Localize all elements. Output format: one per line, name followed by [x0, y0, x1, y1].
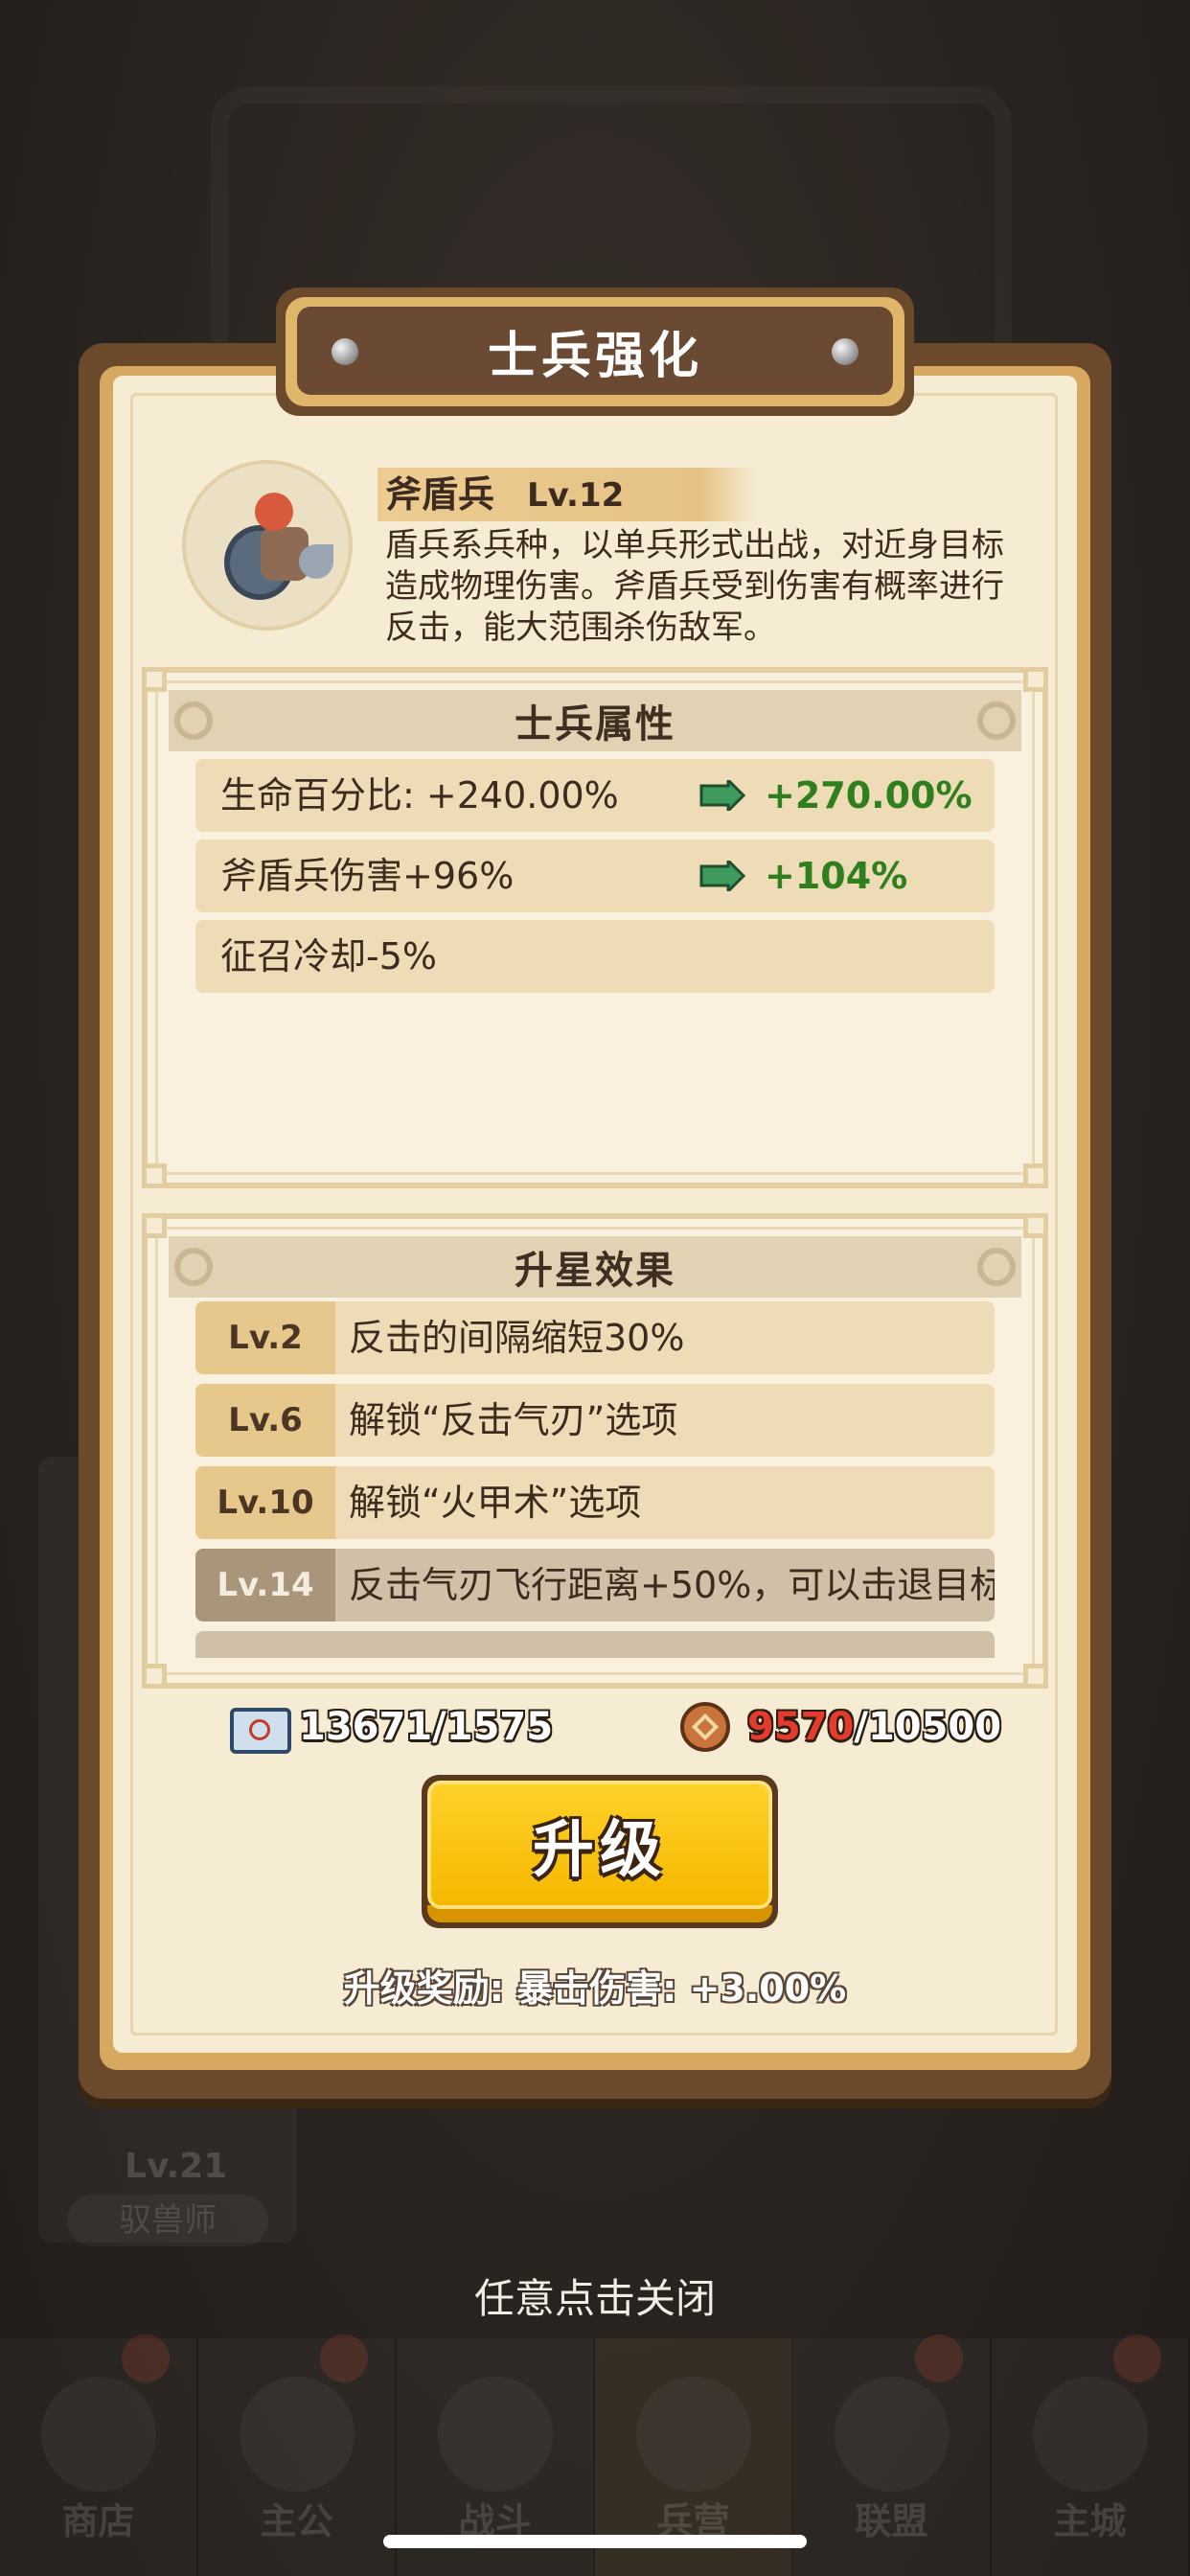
coin-icon [680, 1702, 730, 1752]
attribute-row: 生命百分比: +240.00% +270.00% [195, 759, 995, 832]
dialog-title: 士兵强化 [487, 327, 702, 385]
star-effect-text: 反击气刃飞行距离+50%，可以击退目标 [349, 1564, 995, 1606]
swirl-icon [174, 1248, 213, 1286]
upgrade-button-label: 升级 [533, 1815, 667, 1886]
unit-level: Lv.12 [527, 476, 625, 515]
attribute-current: 生命百分比: +240.00% [220, 774, 619, 816]
arrow-right-icon [699, 780, 745, 811]
star-effect-text: 解锁“火甲术”选项 [349, 1482, 642, 1524]
swirl-icon [977, 1248, 1016, 1286]
rivet-icon [832, 338, 858, 365]
scroll-cost: 13671/1575 [299, 1705, 554, 1749]
star-effect-row: Lv.6 解锁“反击气刃”选项 [195, 1384, 995, 1457]
attribute-current: 征召冷却-5% [220, 935, 437, 978]
upgrade-reward: 升级奖励: 暴击伤害: +3.00% [343, 1967, 847, 2010]
attributes-header: 士兵属性 [169, 690, 1021, 751]
coin-cost: 9570/10500 [747, 1700, 1001, 1754]
home-indicator[interactable] [383, 2535, 807, 2548]
unit-name: 斧盾兵 [385, 473, 495, 516]
attribute-next: +270.00% [765, 774, 973, 816]
star-effect-row-partial [195, 1631, 995, 1658]
attribute-row: 征召冷却-5% [195, 920, 995, 993]
attribute-next: +104% [765, 855, 908, 897]
star-effects-header: 升星效果 [169, 1236, 1021, 1298]
title-banner: 士兵强化 [276, 288, 914, 416]
attribute-current: 斧盾兵伤害+96% [220, 855, 515, 897]
star-effect-level: Lv.14 [195, 1549, 335, 1622]
star-effect-row: Lv.10 解锁“火甲术”选项 [195, 1466, 995, 1539]
star-effect-text: 解锁“反击气刃”选项 [349, 1399, 678, 1441]
dismiss-hint[interactable]: 任意点击关闭 [0, 2266, 1190, 2325]
star-effect-level: Lv.10 [195, 1466, 335, 1539]
coin-need: /10500 [854, 1705, 1002, 1749]
axe-icon [299, 544, 333, 579]
star-effects-title: 升星效果 [515, 1249, 675, 1293]
unit-avatar [182, 460, 353, 631]
arrow-right-icon [699, 861, 745, 891]
star-effect-level: Lv.6 [195, 1384, 335, 1457]
upgrade-button[interactable]: 升级 [422, 1775, 778, 1928]
scroll-icon [230, 1708, 291, 1754]
star-effect-level: Lv.2 [195, 1301, 335, 1374]
swirl-icon [977, 702, 1016, 740]
star-effect-row-locked: Lv.14 反击气刃飞行距离+50%，可以击退目标 [195, 1549, 995, 1622]
coin-have: 9570 [747, 1705, 855, 1749]
star-effect-text: 反击的间隔缩短30% [349, 1317, 685, 1359]
attributes-title: 士兵属性 [515, 702, 675, 747]
unit-description: 盾兵系兵种，以单兵形式出战，对近身目标造成物理伤害。斧盾兵受到伤害有概率进行反击… [385, 526, 1004, 647]
swirl-icon [174, 702, 213, 740]
rivet-icon [332, 338, 358, 365]
star-effects-list[interactable]: Lv.2 反击的间隔缩短30% Lv.6 解锁“反击气刃”选项 Lv.10 解锁… [195, 1301, 995, 1658]
attribute-row: 斧盾兵伤害+96% +104% [195, 840, 995, 912]
star-effect-row: Lv.2 反击的间隔缩短30% [195, 1301, 995, 1374]
